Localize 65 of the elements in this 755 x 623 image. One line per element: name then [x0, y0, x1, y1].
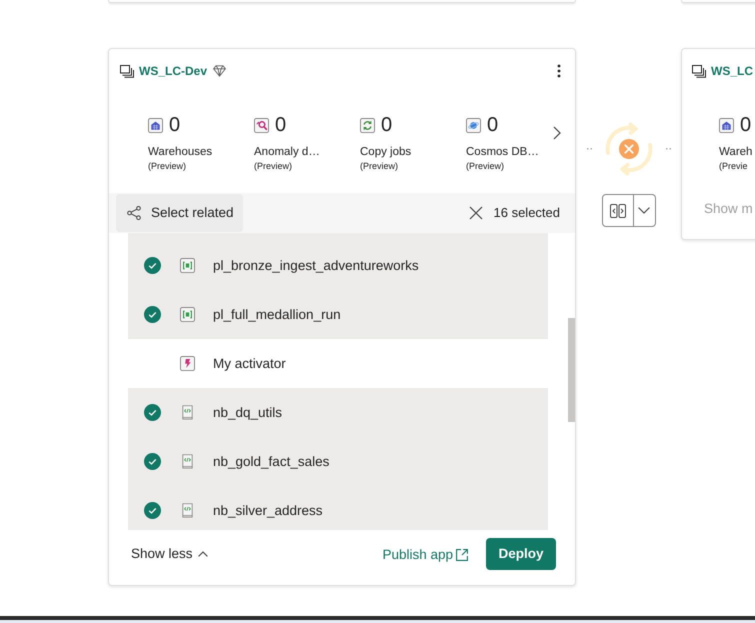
stat-label: Anomaly d… [254, 145, 320, 160]
select-related-button[interactable]: Select related [116, 194, 243, 232]
check-circle-icon [144, 306, 161, 323]
compare-icon [610, 204, 626, 218]
connector-line [586, 148, 592, 150]
publish-app-link[interactable]: Publish app [382, 544, 468, 566]
compare-button[interactable] [602, 194, 634, 227]
deploy-button[interactable]: Deploy [486, 538, 556, 570]
magnifier-icon [254, 118, 269, 132]
external-link-icon [456, 549, 468, 561]
stat-label: Warehouses [148, 145, 212, 160]
preview-note: (Preview) [360, 160, 398, 172]
chevron-right-icon[interactable] [553, 126, 561, 140]
brackets-icon [180, 307, 195, 322]
item-name: pl_full_medallion_run [213, 306, 341, 324]
connector-line [666, 148, 670, 150]
list-item[interactable]: nb_silver_address [128, 486, 548, 530]
stat-count: 0 [169, 115, 180, 135]
stat-count: 0 [381, 115, 392, 135]
workspace-title[interactable]: WS_LC-Dev [139, 62, 208, 80]
list-item[interactable]: pl_bronze_ingest_adventureworks [128, 233, 548, 290]
bolt-icon [180, 356, 195, 371]
diamond-icon [213, 65, 226, 77]
check-circle-icon [144, 404, 161, 421]
share-icon [127, 206, 141, 220]
check-circle-icon [144, 257, 161, 274]
code-page-icon [180, 405, 195, 420]
stat-count: 0 [275, 115, 286, 135]
item-name: My activator [213, 354, 286, 372]
item-name: nb_dq_utils [213, 404, 282, 422]
more-icon[interactable] [557, 64, 561, 78]
building-icon [719, 118, 734, 132]
list-item[interactable]: nb_gold_fact_sales [128, 437, 548, 486]
building-icon [148, 118, 163, 132]
close-icon [468, 206, 482, 220]
preview-note: (Preview) [148, 160, 186, 172]
cycle-arrows-icon [360, 118, 375, 132]
dropdown-button[interactable] [634, 194, 656, 227]
preview-note: (Preview) [466, 160, 504, 172]
code-page-icon [180, 454, 195, 469]
stacked-windows-icon [692, 64, 706, 78]
chevron-down-icon [638, 207, 650, 214]
clear-selection-button[interactable]: 16 selected [468, 203, 560, 223]
stat-count: 0 [740, 115, 752, 135]
check-circle-icon [144, 453, 161, 470]
list-item[interactable]: pl_full_medallion_run [128, 290, 548, 339]
preview-note: (Preview) [254, 160, 292, 172]
stat-count: 0 [487, 115, 498, 135]
scrollbar-thumb[interactable] [568, 318, 575, 422]
planet-icon [466, 118, 481, 132]
stat-label: Cosmos DB… [466, 145, 539, 160]
code-page-icon [180, 503, 195, 518]
brackets-icon [180, 258, 195, 273]
workspace-title[interactable]: WS_LC [711, 62, 753, 80]
item-name: nb_silver_address [213, 502, 323, 520]
item-name: nb_gold_fact_sales [213, 452, 330, 470]
check-circle-icon [144, 502, 161, 519]
stat-label: Copy jobs [360, 145, 412, 160]
stacked-windows-icon [120, 64, 134, 78]
show-less-button[interactable]: Show less [131, 544, 208, 564]
chevron-up-icon [198, 551, 208, 557]
list-item[interactable]: nb_dq_utils [128, 388, 548, 437]
item-name: pl_bronze_ingest_adventureworks [213, 256, 419, 274]
stat-label: Wareh [719, 145, 752, 160]
preview-note: (Previe [719, 160, 748, 172]
